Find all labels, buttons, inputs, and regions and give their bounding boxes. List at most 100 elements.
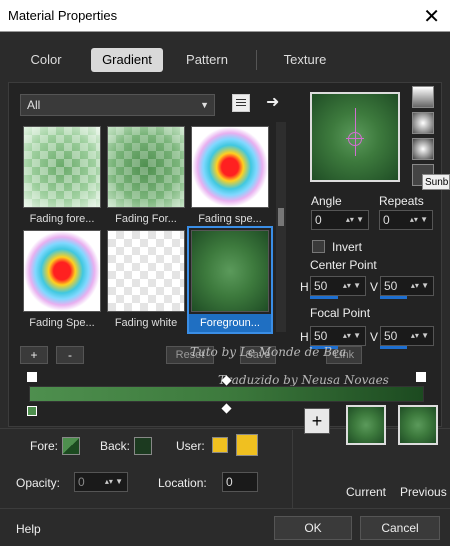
gradient-thumb[interactable]: Fading Spe...: [21, 228, 103, 332]
ok-button[interactable]: OK: [274, 516, 352, 540]
tab-pattern[interactable]: Pattern: [172, 48, 242, 72]
radial-style-button[interactable]: [412, 138, 434, 160]
watermark-line1: Tuto by Le Monde de Bea: [190, 345, 347, 359]
arrow-right-icon[interactable]: ➜: [266, 92, 279, 112]
previous-swatch[interactable]: [398, 405, 438, 445]
divider: [0, 508, 450, 509]
gradient-thumb[interactable]: Fading spe...: [189, 124, 271, 228]
spinner-arrows-icon[interactable]: ▴▾ ▼: [407, 327, 433, 345]
gradient-thumb[interactable]: Fading For...: [105, 124, 187, 228]
gradient-thumb-selected[interactable]: Foregroun...: [187, 226, 273, 334]
divider: [292, 430, 293, 508]
focal-v-value: 50: [384, 329, 398, 343]
focal-h-label: H: [300, 330, 309, 344]
spinner-arrows-icon[interactable]: ▴▾ ▼: [342, 211, 368, 229]
chevron-down-icon: ▼: [200, 100, 209, 110]
title-bar: Material Properties ✕: [0, 0, 450, 32]
crosshair: [346, 138, 364, 139]
gradient-thumb-image: [191, 126, 269, 208]
gradient-thumb[interactable]: Fading white: [105, 228, 187, 332]
spinner-arrows-icon[interactable]: ▴▾ ▼: [339, 277, 365, 295]
rectangular-style-button[interactable]: [412, 112, 434, 134]
color-stop-left[interactable]: [27, 406, 37, 416]
gradient-thumb[interactable]: Fading fore...: [21, 124, 103, 228]
remove-stop-button[interactable]: -: [56, 346, 84, 364]
user-swatch-large[interactable]: [236, 434, 258, 456]
close-icon[interactable]: ✕: [423, 4, 440, 29]
focal-v-input[interactable]: 50 ▴▾ ▼: [380, 326, 434, 346]
current-label: Current: [346, 485, 387, 499]
category-dropdown-value: All: [27, 98, 41, 112]
repeats-label: Repeats: [379, 194, 424, 208]
thumbnail-scrollbar[interactable]: [276, 122, 286, 332]
fore-label: Fore:: [30, 439, 59, 453]
gradient-thumb-image: [23, 126, 101, 208]
spinner-arrows-icon[interactable]: ▴▾ ▼: [407, 277, 433, 295]
add-stop-button[interactable]: +: [20, 346, 48, 364]
opacity-stop-left[interactable]: [27, 372, 37, 382]
center-h-input[interactable]: 50 ▴▾ ▼: [310, 276, 366, 296]
watermark-line2: Traduzido by Neusa Novaes: [218, 373, 389, 387]
gradient-thumb-label: Fading fore...: [29, 213, 95, 225]
tab-color[interactable]: Color: [12, 48, 80, 72]
spinner-arrows-icon[interactable]: ▴▾ ▼: [406, 211, 432, 229]
opacity-label: Opacity:: [16, 476, 61, 490]
gradient-thumb-image: [107, 230, 185, 312]
gradient-thumb-image: [23, 230, 101, 312]
location-input[interactable]: 0: [222, 472, 258, 492]
spinner-arrows-icon[interactable]: ▴▾ ▼: [101, 473, 127, 491]
user-swatch[interactable]: [212, 437, 228, 453]
focal-v-label: V: [370, 330, 379, 344]
angle-input[interactable]: 0 ▴▾ ▼: [311, 210, 369, 230]
linear-style-button[interactable]: [412, 86, 434, 108]
back-label: Back:: [100, 439, 131, 453]
current-swatch[interactable]: [346, 405, 386, 445]
center-v-label: V: [370, 280, 379, 294]
fore-swatch[interactable]: [62, 437, 80, 455]
tab-gradient[interactable]: Gradient: [91, 48, 163, 72]
location-label: Location:: [158, 476, 207, 490]
gradient-thumb-label: Foregroun...: [189, 314, 271, 332]
tab-divider: [256, 50, 257, 70]
user-label: User:: [176, 439, 205, 453]
center-v-input[interactable]: 50 ▴▾ ▼: [380, 276, 434, 296]
focal-point-label: Focal Point: [310, 306, 371, 320]
opacity-value: 0: [78, 475, 85, 489]
previous-label: Previous: [400, 485, 447, 499]
watermark: Tuto by Le Monde de Bea Traduzido by Neu…: [170, 345, 400, 387]
cancel-button[interactable]: Cancel: [360, 516, 440, 540]
location-value: 0: [226, 475, 233, 489]
center-v-slider[interactable]: [380, 296, 407, 299]
invert-label: Invert: [332, 240, 363, 254]
gradient-bar[interactable]: [29, 386, 424, 402]
window-title: Material Properties: [8, 8, 118, 23]
gradient-preview[interactable]: [310, 92, 400, 182]
center-v-value: 50: [384, 279, 398, 293]
gradient-thumb-label: Fading Spe...: [29, 317, 95, 329]
angle-label: Angle: [311, 194, 342, 208]
center-point-label: Center Point: [310, 258, 377, 272]
invert-checkbox[interactable]: [312, 240, 325, 253]
focal-h-value: 50: [314, 329, 328, 343]
center-h-label: H: [300, 280, 309, 294]
angle-value: 0: [315, 213, 322, 227]
scrollbar-thumb[interactable]: [278, 208, 284, 226]
repeats-input[interactable]: 0 ▴▾ ▼: [379, 210, 433, 230]
opacity-stop-right[interactable]: [416, 372, 426, 382]
tooltip: Sunb: [422, 174, 450, 190]
opacity-input[interactable]: 0 ▴▾ ▼: [74, 472, 128, 492]
category-dropdown[interactable]: All ▼: [20, 94, 215, 116]
center-h-value: 50: [314, 279, 328, 293]
help-link[interactable]: Help: [16, 522, 41, 536]
add-swatch-button[interactable]: +: [304, 408, 330, 434]
spinner-arrows-icon[interactable]: ▴▾ ▼: [339, 327, 365, 345]
repeats-value: 0: [383, 213, 390, 227]
gradient-thumb-image: [107, 126, 185, 208]
back-swatch[interactable]: [134, 437, 152, 455]
file-icon[interactable]: [232, 94, 250, 112]
focal-point-marker[interactable]: [348, 132, 362, 146]
focal-h-input[interactable]: 50 ▴▾ ▼: [310, 326, 366, 346]
gradient-thumb-image: [191, 230, 269, 312]
tab-texture[interactable]: Texture: [268, 48, 342, 72]
center-h-slider[interactable]: [310, 296, 338, 299]
